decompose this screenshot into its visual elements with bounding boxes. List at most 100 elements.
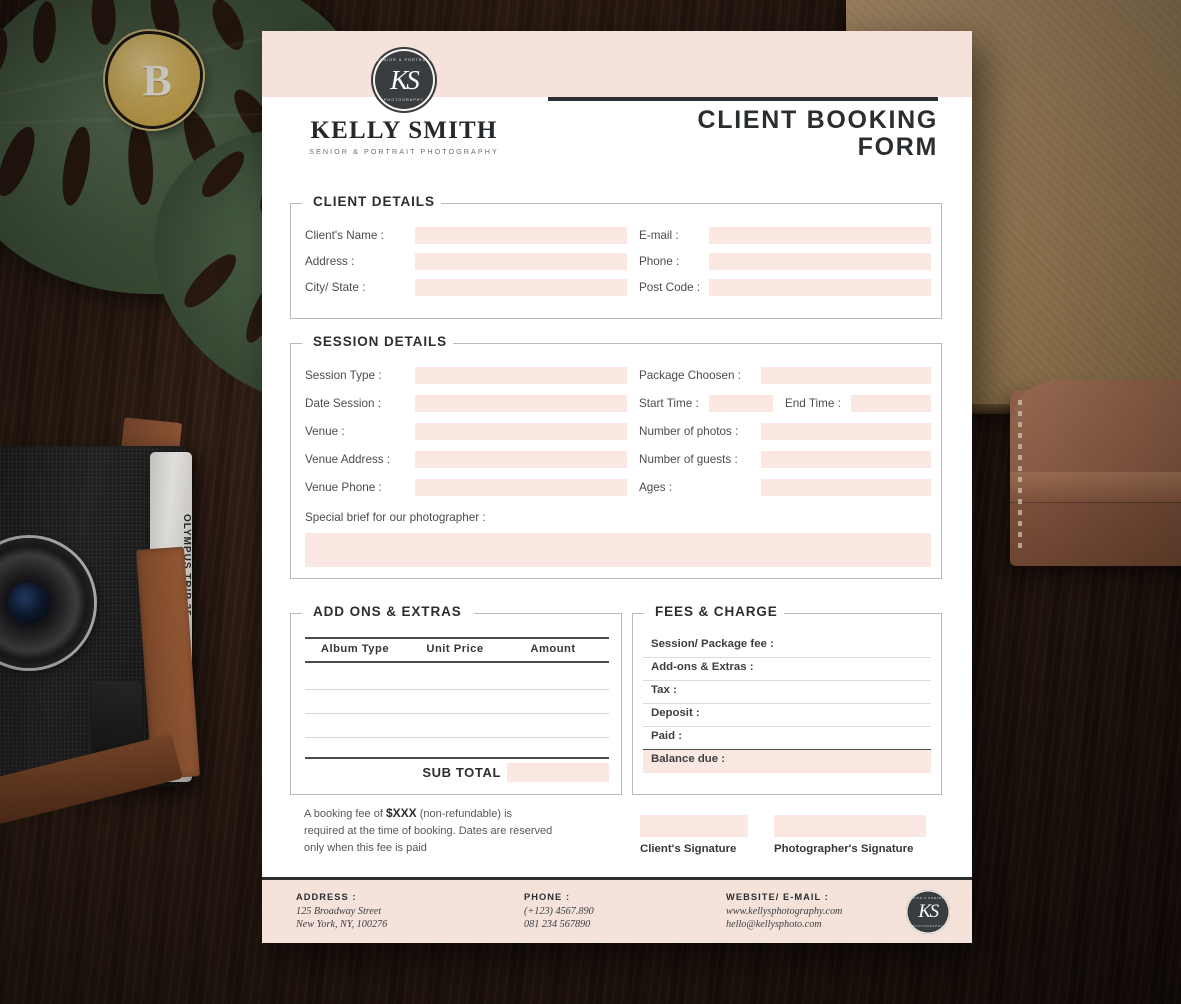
footer-phone-line2: 081 234 567890 [524, 919, 591, 930]
field-ages[interactable]: Ages : [639, 479, 931, 496]
footer-address-block: ADDRESS : 125 Broadway Street New York, … [296, 892, 387, 931]
page-title-line1: CLIENT BOOKING [697, 106, 938, 134]
addons-cell-album-type[interactable] [305, 663, 405, 689]
clients-signature-field[interactable] [640, 815, 748, 837]
fee-row-add-ons-extras[interactable]: Add-ons & Extras : [643, 658, 931, 681]
field-label-session-type: Session Type : [305, 369, 382, 382]
gold-scalloped-badge-icon: B [102, 28, 206, 132]
section-add-ons-extras: ADD ONS & EXTRAS Album Type Unit Price A… [290, 604, 622, 795]
field-label-address: Address : [305, 255, 355, 268]
field-input-clients-name[interactable] [415, 227, 627, 244]
field-input-phone[interactable] [709, 253, 931, 270]
addons-cell-unit-price[interactable] [409, 663, 501, 689]
field-label-number-of-photos: Number of photos : [639, 425, 739, 438]
table-row[interactable] [305, 690, 609, 713]
addons-cell-album-type[interactable] [305, 690, 405, 713]
fee-row-deposit[interactable]: Deposit : [643, 704, 931, 727]
field-input-date-session[interactable] [415, 395, 627, 412]
footer-website[interactable]: www.kellysphotography.com [726, 905, 842, 918]
addons-cell-unit-price[interactable] [409, 690, 501, 713]
footer-logo-icon: SENIOR & PORTRAIT KS PHOTOGRAPHY [906, 890, 950, 934]
addons-cell-album-type[interactable] [305, 714, 405, 737]
fee-label-paid: Paid : [651, 730, 683, 742]
fee-row-paid[interactable]: Paid : [643, 727, 931, 750]
fee-value-session-package-fee[interactable] [791, 638, 931, 654]
addons-cell-amount[interactable] [507, 714, 599, 737]
field-venue-phone[interactable]: Venue Phone : [305, 479, 627, 496]
field-address[interactable]: Address : [305, 253, 627, 270]
field-post-code[interactable]: Post Code : [639, 279, 931, 296]
fee-value-add-ons-extras[interactable] [791, 661, 931, 677]
logo-arc-bottom-text: PHOTOGRAPHY [384, 98, 424, 102]
footer-web-heading: WEBSITE/ E-MAIL : [726, 892, 829, 902]
field-input-post-code[interactable] [709, 279, 931, 296]
section-legend-client-details: CLIENT DETAILS [307, 194, 441, 209]
field-input-number-of-photos[interactable] [761, 423, 931, 440]
field-label-clients-name: Client's Name : [305, 229, 384, 242]
field-input-venue[interactable] [415, 423, 627, 440]
leather-wallet-flap [1010, 380, 1181, 472]
field-session-type[interactable]: Session Type : [305, 367, 627, 384]
addons-subtotal-value[interactable] [507, 763, 609, 782]
fee-row-session-package-fee[interactable]: Session/ Package fee : [643, 635, 931, 658]
section-client-details: CLIENT DETAILS Client's Name : Address :… [290, 194, 942, 319]
section-fees-charge: FEES & CHARGE Session/ Package fee : Add… [632, 604, 942, 795]
field-label-venue: Venue : [305, 425, 345, 438]
page-title: CLIENT BOOKING FORM [622, 107, 938, 161]
field-input-package-choosen[interactable] [761, 367, 931, 384]
addons-subtotal-rule [305, 757, 609, 759]
addons-cell-amount[interactable] [507, 663, 599, 689]
addons-column-amount: Amount [530, 643, 576, 655]
field-input-ages[interactable] [761, 479, 931, 496]
footer-email[interactable]: hello@kellysphoto.com [726, 918, 842, 931]
footer-phone-heading: PHONE : [524, 892, 571, 902]
field-package-choosen[interactable]: Package Choosen : [639, 367, 931, 384]
field-number-of-guests[interactable]: Number of guests : [639, 451, 931, 468]
field-input-session-type[interactable] [415, 367, 627, 384]
field-venue[interactable]: Venue : [305, 423, 627, 440]
field-input-email[interactable] [709, 227, 931, 244]
fee-label-deposit: Deposit : [651, 707, 700, 719]
field-input-start-time[interactable] [709, 395, 773, 412]
addons-cell-unit-price[interactable] [409, 714, 501, 737]
field-input-venue-address[interactable] [415, 451, 627, 468]
field-phone[interactable]: Phone : [639, 253, 931, 270]
booking-fee-note: A booking fee of $XXX (non-refundable) i… [304, 805, 554, 857]
badge-monogram: B [142, 55, 171, 105]
field-clients-name[interactable]: Client's Name : [305, 227, 627, 244]
fee-value-paid[interactable] [791, 730, 931, 746]
fee-row-tax[interactable]: Tax : [643, 681, 931, 704]
document-footer: ADDRESS : 125 Broadway Street New York, … [262, 877, 972, 943]
fee-value-deposit[interactable] [791, 707, 931, 723]
footer-logo-arc-bottom-text: PHOTOGRAPHY [912, 924, 944, 928]
field-number-of-photos[interactable]: Number of photos : [639, 423, 931, 440]
photographers-signature-field[interactable] [774, 815, 926, 837]
fee-row-balance-due[interactable]: Balance due : [643, 750, 931, 773]
field-input-address[interactable] [415, 253, 627, 270]
field-input-special-brief[interactable] [305, 533, 931, 567]
footer-address-line2: New York, NY, 100276 [296, 919, 388, 930]
fee-value-tax[interactable] [791, 684, 931, 700]
field-label-date-session: Date Session : [305, 397, 382, 410]
field-label-start-time: Start Time : [639, 397, 699, 410]
field-input-number-of-guests[interactable] [761, 451, 931, 468]
field-start-time[interactable]: Start Time : End Time : [639, 395, 931, 412]
addons-header-top-rule [305, 637, 609, 639]
field-date-session[interactable]: Date Session : [305, 395, 627, 412]
addons-row-rule-3 [305, 737, 609, 738]
field-email[interactable]: E-mail : [639, 227, 931, 244]
field-input-end-time[interactable] [851, 395, 931, 412]
brand-block: SENIOR & PORTRAIT KS PHOTOGRAPHY KELLY S… [294, 49, 514, 156]
field-input-venue-phone[interactable] [415, 479, 627, 496]
kelly-smith-logo-icon: SENIOR & PORTRAIT KS PHOTOGRAPHY [373, 49, 435, 111]
fee-label-balance-due: Balance due : [651, 753, 726, 765]
field-venue-address[interactable]: Venue Address : [305, 451, 627, 468]
addons-cell-amount[interactable] [507, 690, 599, 713]
photographers-signature-label: Photographer's Signature [774, 843, 914, 855]
table-row[interactable] [305, 714, 609, 737]
table-row[interactable] [305, 663, 609, 689]
booking-form-document: SENIOR & PORTRAIT KS PHOTOGRAPHY KELLY S… [262, 31, 972, 943]
field-input-city-state[interactable] [415, 279, 627, 296]
field-city-state[interactable]: City/ State : [305, 279, 627, 296]
fee-value-balance-due[interactable] [791, 753, 931, 769]
